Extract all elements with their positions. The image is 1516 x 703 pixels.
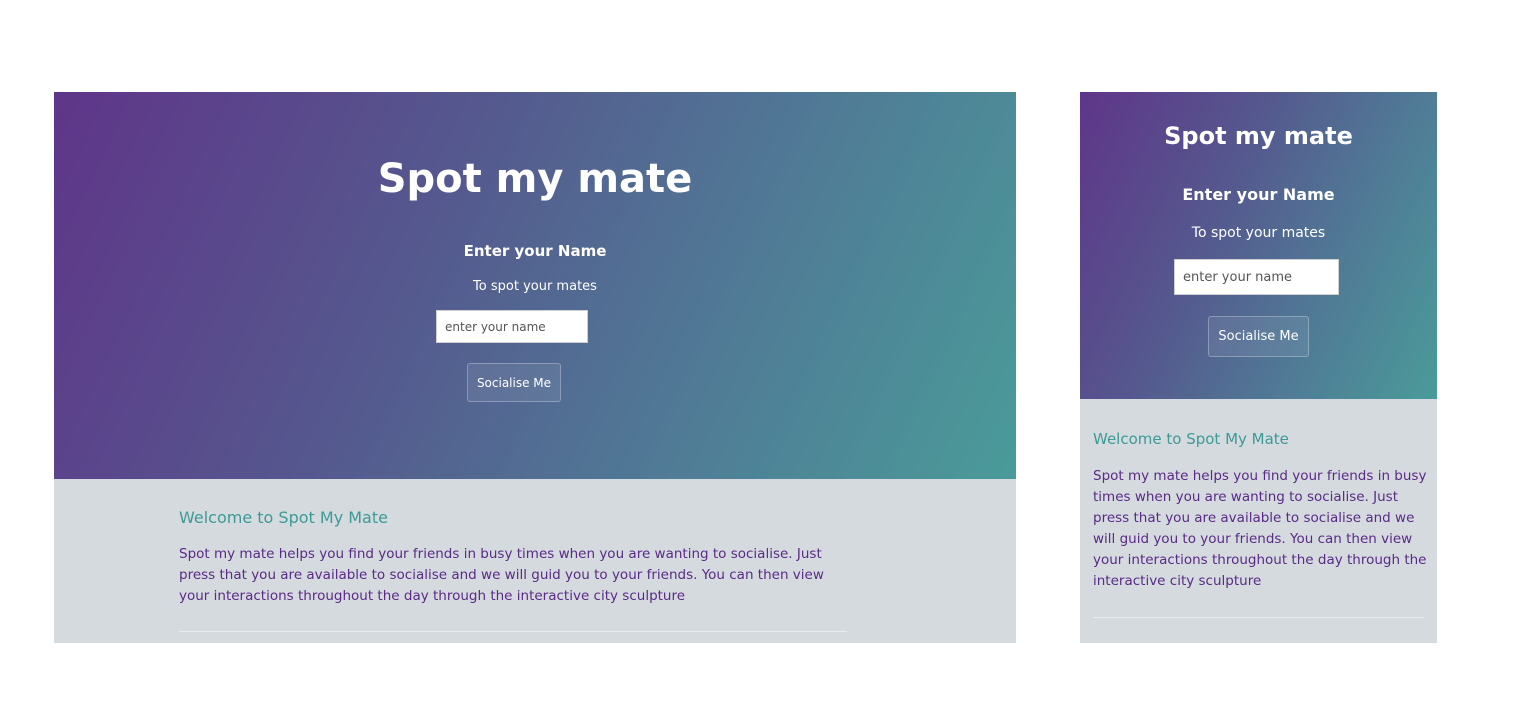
name-input[interactable]	[1174, 259, 1339, 295]
welcome-heading: Welcome to Spot My Mate	[179, 508, 388, 527]
form-heading: Enter your Name	[1182, 185, 1335, 204]
hero-section: Spot my mate Enter your Name To spot you…	[54, 92, 1016, 479]
name-input[interactable]	[436, 310, 588, 343]
desktop-preview: Spot my mate Enter your Name To spot you…	[54, 92, 1016, 643]
form-subtext: To spot your mates	[473, 279, 597, 294]
welcome-body: Spot my mate helps you find your friends…	[1093, 468, 1427, 589]
divider	[1093, 617, 1424, 618]
mobile-preview: Spot my mate Enter your Name To spot you…	[1080, 92, 1437, 643]
form-heading: Enter your Name	[463, 242, 607, 260]
socialise-button[interactable]: Socialise Me	[467, 363, 561, 402]
welcome-heading: Welcome to Spot My Mate	[1093, 430, 1289, 448]
welcome-body: Spot my mate helps you find your friends…	[179, 546, 824, 604]
hero-section: Spot my mate Enter your Name To spot you…	[1080, 92, 1437, 399]
socialise-button[interactable]: Socialise Me	[1208, 316, 1309, 357]
form-subtext: To spot your mates	[1191, 225, 1326, 241]
page-title: Spot my mate	[1164, 122, 1353, 150]
page-title: Spot my mate	[377, 156, 693, 202]
divider	[179, 631, 847, 632]
